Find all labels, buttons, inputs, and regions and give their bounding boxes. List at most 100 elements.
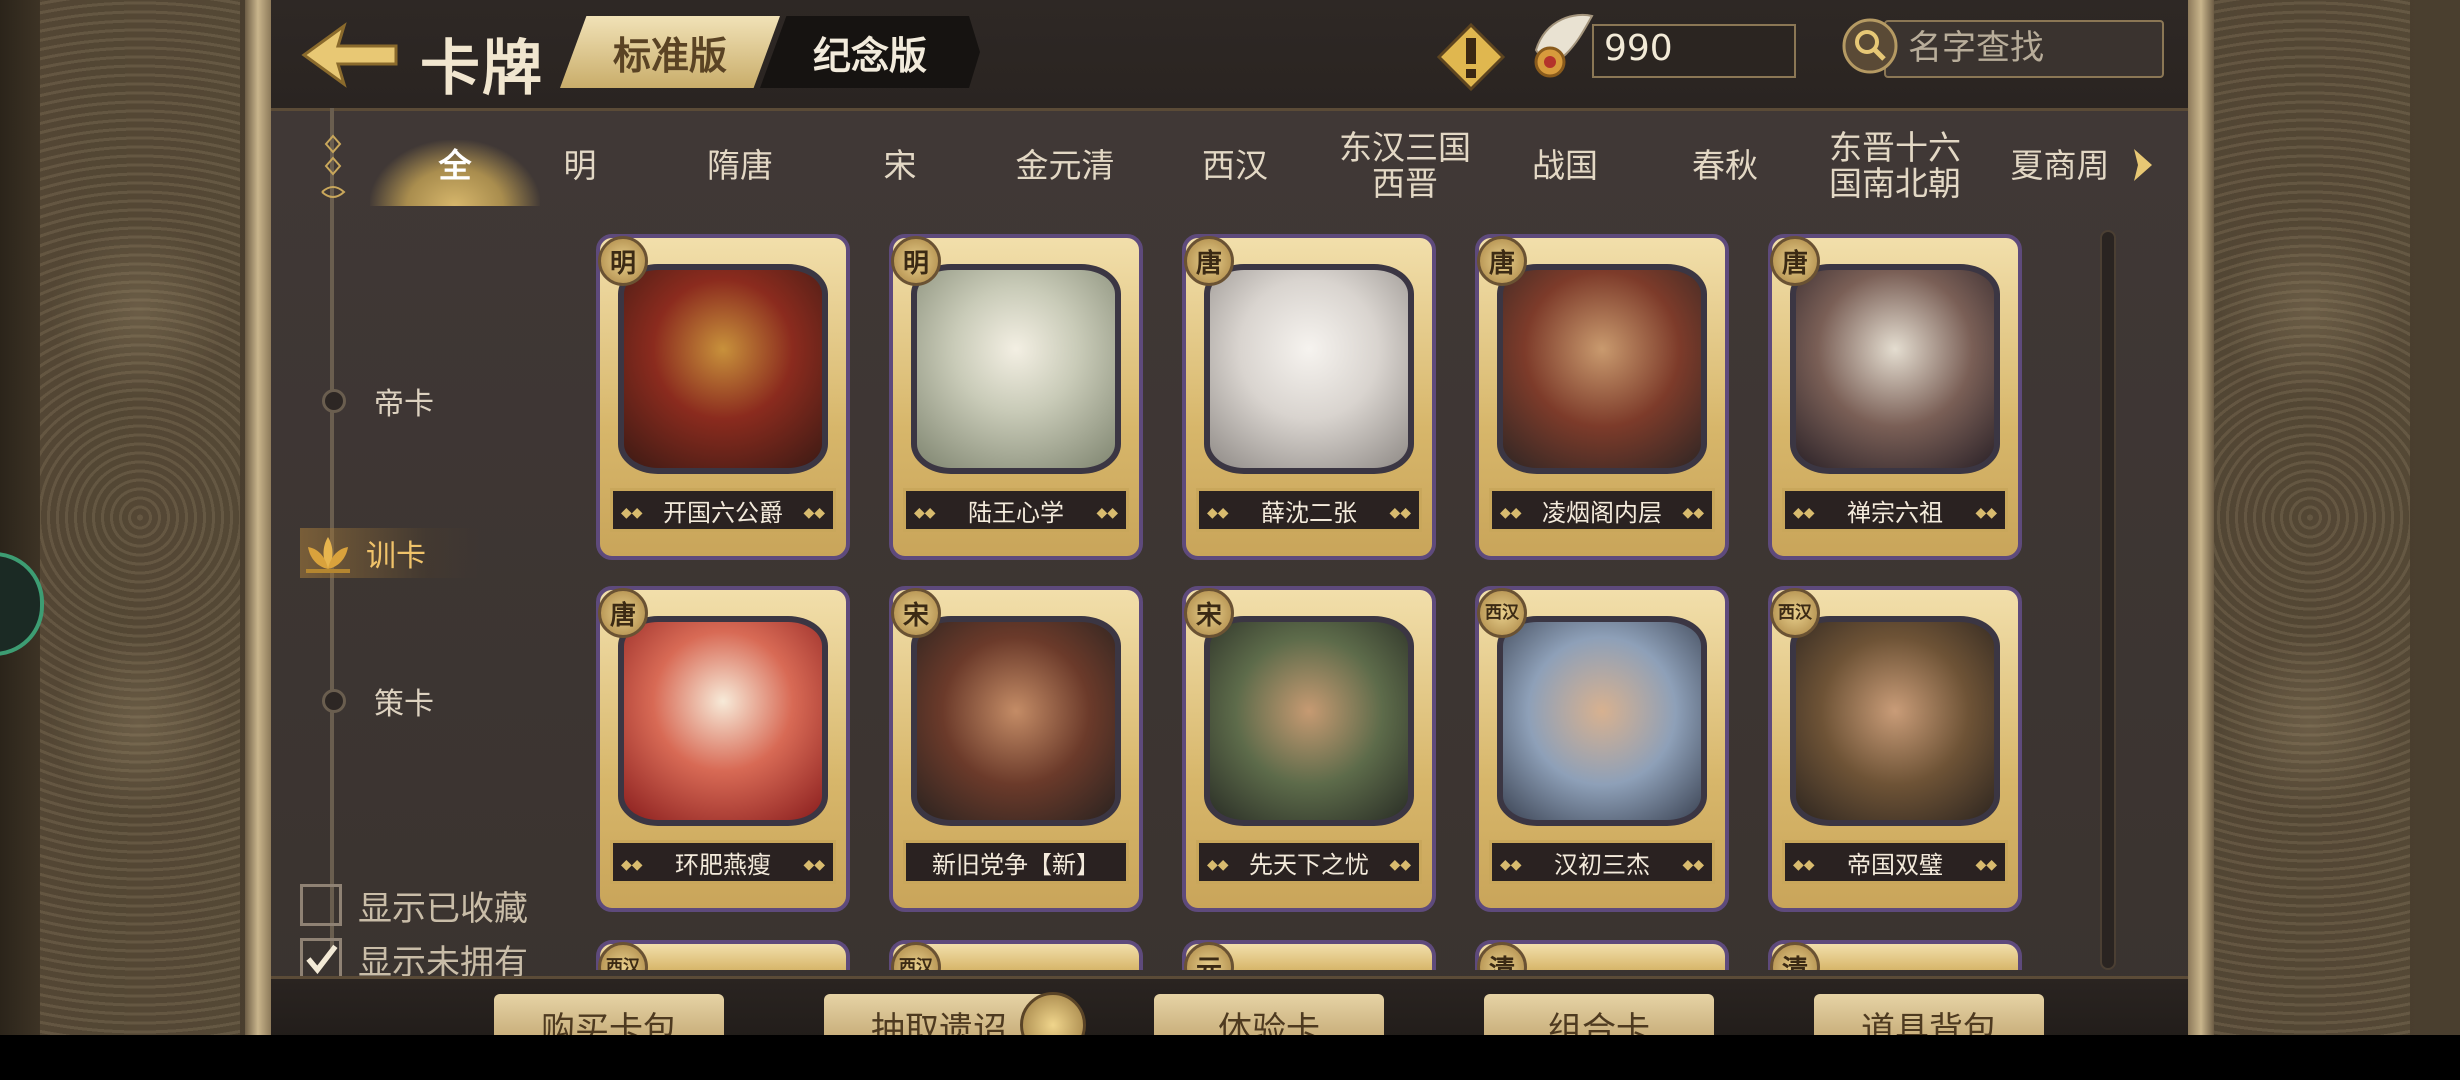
trial-card-button[interactable]: 体验卡 [1154, 994, 1384, 1035]
card-grid-scrollbar[interactable] [2100, 230, 2116, 970]
category-strategy[interactable]: 策卡 [300, 676, 480, 726]
card-item-partial[interactable]: 清 [1475, 940, 1729, 970]
floating-assist-bubble[interactable] [0, 552, 44, 656]
era-tab-xiashangzhou[interactable]: 夏商周 [1990, 118, 2130, 214]
page-title: 卡牌 [420, 34, 544, 104]
card-portrait [1790, 616, 2000, 826]
category-emperor[interactable]: 帝卡 [300, 376, 480, 426]
era-tab-zhanguo[interactable]: 战国 [1500, 118, 1630, 214]
plate-ornament-icon: ◆◆ [1975, 857, 1997, 873]
card-name: 先天下之忧 [1249, 850, 1369, 879]
card-item[interactable]: 西汉 ◆◆ 帝国双璧 ◆◆ [1768, 586, 2022, 912]
card-item[interactable]: 西汉 ◆◆ 汉初三杰 ◆◆ [1475, 586, 1729, 912]
checkbox[interactable] [300, 884, 342, 926]
card-name-plate: ◆◆ 薛沈二张 ◆◆ [1196, 488, 1422, 532]
plate-ornament-icon: ◆◆ [1500, 857, 1522, 873]
plate-ornament-icon: ◆◆ [1793, 857, 1815, 873]
era-badge: 西汉 [1770, 588, 1820, 638]
system-bottom-bar [0, 1035, 2460, 1080]
version-tabs: 标准版 纪念版 [560, 16, 980, 88]
warning-icon[interactable] [1436, 22, 1506, 92]
combo-card-button[interactable]: 组合卡 [1484, 994, 1714, 1035]
card-item[interactable]: 明 ◆◆ 陆王心学 ◆◆ [889, 234, 1143, 560]
era-badge: 清 [1477, 942, 1527, 970]
search-area [1842, 18, 2164, 78]
card-name: 凌烟阁内层 [1542, 498, 1662, 527]
timeline-ornament-icon [318, 132, 348, 212]
card-item-partial[interactable]: 西汉 [889, 940, 1143, 970]
plate-ornament-icon: ◆◆ [803, 505, 825, 521]
game-screen: 卡牌 标准版 纪念版 990 名字查找 全 明 隋唐 宋 金元清 西汉 东汉三国… [0, 0, 2460, 1035]
tab-standard-version[interactable]: 标准版 [560, 16, 780, 88]
card-grid: 明 ◆◆ 开国六公爵 ◆◆ 明 ◆◆ 陆王心学 ◆◆ 唐 ◆◆ 薛沈二张 ◆◆ … [596, 230, 2036, 970]
plate-ornament-icon: ◆◆ [914, 505, 936, 521]
card-name: 帝国双璧 [1847, 850, 1943, 879]
card-portrait [1204, 616, 1414, 826]
filter-checkboxes: 显示已收藏 显示未拥有 [300, 878, 528, 986]
card-item[interactable]: 宋 新旧党争【新】 [889, 586, 1143, 912]
category-training[interactable]: 训卡 [300, 528, 480, 578]
era-tab-all[interactable]: 全 [370, 118, 540, 214]
card-item-partial[interactable]: 元 [1182, 940, 1436, 970]
era-tab-dongjin-nanbeichao[interactable]: 东晋十六 国南北朝 [1810, 118, 1980, 214]
card-item-partial[interactable]: 清 [1768, 940, 2022, 970]
era-badge: 明 [598, 236, 648, 286]
item-bag-button[interactable]: 道具背包 [1814, 994, 2044, 1035]
category-label: 策卡 [374, 687, 434, 722]
era-tab-chunqiu[interactable]: 春秋 [1660, 118, 1790, 214]
category-label: 训卡 [366, 539, 426, 574]
card-name-plate: ◆◆ 凌烟阁内层 ◆◆ [1489, 488, 1715, 532]
card-name-plate: ◆◆ 环肥燕瘦 ◆◆ [610, 840, 836, 884]
currency-display: 990 [1526, 13, 1796, 78]
lotus-icon [300, 531, 356, 575]
card-portrait [618, 616, 828, 826]
plate-ornament-icon: ◆◆ [621, 505, 643, 521]
card-name: 禅宗六祖 [1847, 498, 1943, 527]
plate-ornament-icon: ◆◆ [1682, 505, 1704, 521]
era-badge: 西汉 [598, 942, 648, 970]
coin-feather-icon [1526, 10, 1596, 90]
era-tab-jinyuanqing[interactable]: 金元清 [980, 118, 1150, 214]
card-portrait [1497, 616, 1707, 826]
era-badge: 唐 [598, 588, 648, 638]
card-item[interactable]: 唐 ◆◆ 凌烟阁内层 ◆◆ [1475, 234, 1729, 560]
card-item[interactable]: 唐 ◆◆ 禅宗六祖 ◆◆ [1768, 234, 2022, 560]
era-tab-ming[interactable]: 明 [530, 118, 630, 214]
card-item-partial[interactable]: 西汉 [596, 940, 850, 970]
buy-card-pack-button[interactable]: 购买卡包 [494, 994, 724, 1035]
era-tab-xihan[interactable]: 西汉 [1160, 118, 1310, 214]
era-tab-song[interactable]: 宋 [850, 118, 950, 214]
card-name: 新旧党争【新】 [932, 850, 1100, 879]
search-icon[interactable] [1842, 18, 1898, 74]
card-name: 环肥燕瘦 [675, 850, 771, 879]
chevron-right-icon[interactable] [2128, 145, 2158, 185]
era-tab-suitang[interactable]: 隋唐 [660, 118, 820, 214]
era-tab-donghan-sanguo-xijin[interactable]: 东汉三国 西晋 [1330, 118, 1480, 214]
card-item[interactable]: 明 ◆◆ 开国六公爵 ◆◆ [596, 234, 850, 560]
search-input[interactable] [1906, 24, 2150, 72]
plate-ornament-icon: ◆◆ [803, 857, 825, 873]
era-badge: 元 [1184, 942, 1234, 970]
card-name: 开国六公爵 [663, 498, 783, 527]
card-portrait [911, 616, 1121, 826]
left-dragon-pattern [40, 0, 240, 1035]
tab-commemorative-version[interactable]: 纪念版 [760, 16, 980, 88]
card-name: 汉初三杰 [1554, 850, 1650, 879]
plate-ornament-icon: ◆◆ [1207, 857, 1229, 873]
card-portrait [911, 264, 1121, 474]
currency-value: 990 [1604, 28, 1673, 69]
panel-frame-right [2188, 0, 2214, 1035]
show-collected-toggle[interactable]: 显示已收藏 [300, 878, 528, 932]
era-badge: 唐 [1770, 236, 1820, 286]
card-item[interactable]: 唐 ◆◆ 环肥燕瘦 ◆◆ [596, 586, 850, 912]
plate-ornament-icon: ◆◆ [1389, 505, 1411, 521]
era-badge: 明 [891, 236, 941, 286]
era-badge: 西汉 [891, 942, 941, 970]
back-arrow-icon[interactable] [300, 20, 400, 90]
plate-ornament-icon: ◆◆ [1389, 857, 1411, 873]
card-item[interactable]: 宋 ◆◆ 先天下之忧 ◆◆ [1182, 586, 1436, 912]
card-item[interactable]: 唐 ◆◆ 薛沈二张 ◆◆ [1182, 234, 1436, 560]
checkbox[interactable] [300, 938, 342, 980]
card-name: 薛沈二张 [1261, 498, 1357, 527]
card-name-plate: ◆◆ 禅宗六祖 ◆◆ [1782, 488, 2008, 532]
